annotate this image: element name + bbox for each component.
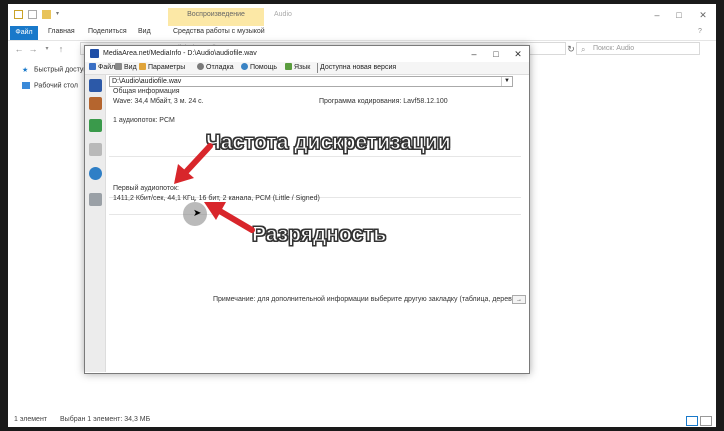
menu-debug[interactable]: Отладка bbox=[197, 63, 234, 73]
general-info-line: Wave: 34,4 Мбайт, 3 м. 24 с. bbox=[113, 98, 204, 105]
properties-icon[interactable] bbox=[28, 10, 37, 19]
mi-close-icon[interactable]: ✕ bbox=[507, 47, 529, 61]
maximize-icon[interactable]: □ bbox=[670, 8, 688, 22]
sidebar-settings-icon[interactable] bbox=[89, 143, 102, 156]
tab-music-tools[interactable]: Средства работы с музыкой bbox=[173, 28, 265, 35]
status-item-count: 1 элемент bbox=[14, 416, 48, 423]
arrow-icon bbox=[204, 202, 255, 233]
general-info-header: Общая информация bbox=[113, 88, 180, 95]
star-icon: ★ bbox=[22, 67, 29, 74]
new-folder-icon[interactable] bbox=[42, 10, 51, 19]
help-icon[interactable]: ? bbox=[698, 28, 702, 35]
menu-options[interactable]: Параметры bbox=[139, 63, 185, 73]
status-selection: Выбран 1 элемент: 34,3 МБ bbox=[60, 416, 151, 423]
nav-item-desktop[interactable]: Рабочий стол bbox=[22, 82, 78, 89]
menu-new-version[interactable]: Доступна новая версия bbox=[317, 63, 396, 73]
refresh-icon[interactable]: ↻ bbox=[566, 43, 576, 55]
search-input[interactable]: ⌕ Поиск: Audio bbox=[576, 42, 700, 55]
menu-help[interactable]: Помощь bbox=[241, 63, 277, 73]
sidebar-info-icon[interactable] bbox=[89, 167, 102, 180]
options-menu-icon bbox=[139, 63, 146, 70]
close-icon[interactable]: ✕ bbox=[694, 8, 712, 22]
encoder-line: Программа кодирования: Lavf58.12.100 bbox=[319, 98, 448, 105]
mediainfo-sidebar bbox=[85, 75, 106, 372]
search-placeholder: Поиск: Audio bbox=[593, 45, 635, 52]
minimize-icon[interactable]: – bbox=[648, 8, 666, 22]
forward-icon[interactable]: → bbox=[28, 43, 38, 55]
tab-share[interactable]: Поделиться bbox=[88, 28, 127, 35]
menu-view[interactable]: Вид bbox=[115, 63, 137, 73]
quick-access-dropdown-icon[interactable]: ▾ bbox=[56, 10, 65, 19]
mediainfo-menubar: Файл Вид Параметры Отладка Помощь Язык Д… bbox=[85, 62, 529, 75]
sidebar-open-file-icon[interactable] bbox=[89, 79, 102, 92]
debug-menu-icon bbox=[197, 63, 204, 70]
recent-dropdown-icon[interactable]: ▾ bbox=[42, 43, 52, 55]
tab-view[interactable]: Вид bbox=[138, 28, 151, 35]
details-view-icon[interactable] bbox=[686, 416, 698, 426]
sidebar-about-icon[interactable] bbox=[89, 193, 102, 206]
chevron-down-icon[interactable]: ▼ bbox=[501, 77, 512, 86]
mi-minimize-icon[interactable]: – bbox=[463, 47, 485, 61]
explorer-title: Audio bbox=[274, 11, 292, 18]
file-path-select[interactable]: D:\Audio\audiofile.wav ▼ bbox=[109, 76, 513, 87]
language-menu-icon bbox=[285, 63, 292, 70]
annotation-bit-depth: Разрядность bbox=[251, 223, 387, 247]
mediainfo-window: MediaArea.net/MediaInfo - D:\Audio\audio… bbox=[84, 45, 530, 374]
arrow-icon bbox=[174, 143, 213, 184]
stream-count-line: 1 аудиопоток: PCM bbox=[113, 117, 175, 124]
sidebar-open-folder-icon[interactable] bbox=[89, 97, 102, 110]
search-icon: ⌕ bbox=[581, 45, 586, 54]
file-menu-icon bbox=[89, 63, 96, 70]
mediainfo-app-icon bbox=[90, 49, 99, 58]
folder-icon bbox=[14, 10, 23, 19]
context-tab-playback[interactable]: Воспроизведение bbox=[168, 8, 264, 26]
tiles-view-icon[interactable] bbox=[700, 416, 712, 426]
mouse-cursor-icon: ➤ bbox=[193, 208, 202, 219]
status-bar: 1 элемент Выбран 1 элемент: 34,3 МБ bbox=[8, 414, 716, 427]
menu-language[interactable]: Язык bbox=[285, 63, 310, 73]
desktop-icon bbox=[22, 82, 30, 89]
note-text: Примечание: для дополнительной информаци… bbox=[213, 296, 524, 303]
divider bbox=[109, 214, 521, 215]
next-tab-button[interactable]: → bbox=[512, 295, 526, 304]
file-path-value: D:\Audio\audiofile.wav bbox=[112, 78, 182, 85]
menu-file[interactable]: Файл bbox=[89, 63, 115, 73]
tab-file[interactable]: Файл bbox=[10, 26, 38, 40]
mediainfo-titlebar: MediaArea.net/MediaInfo - D:\Audio\audio… bbox=[85, 46, 529, 62]
view-menu-icon bbox=[115, 63, 122, 70]
annotation-sample-rate: Частота дискретизации bbox=[206, 131, 452, 155]
tab-home[interactable]: Главная bbox=[48, 28, 75, 35]
sidebar-export-icon[interactable] bbox=[89, 119, 102, 132]
back-icon[interactable]: ← bbox=[14, 43, 24, 55]
explorer-titlebar: ▾ Воспроизведение Audio – □ ✕ bbox=[8, 4, 716, 26]
ribbon-tabs: Файл Главная Поделиться Вид Средства раб… bbox=[8, 26, 716, 41]
nav-item-quick-access[interactable]: ★ Быстрый доступ bbox=[22, 66, 87, 74]
mi-maximize-icon[interactable]: □ bbox=[485, 47, 507, 61]
help-menu-icon bbox=[241, 63, 248, 70]
up-icon[interactable]: ↑ bbox=[56, 43, 66, 55]
mediainfo-title: MediaArea.net/MediaInfo - D:\Audio\audio… bbox=[103, 50, 257, 57]
